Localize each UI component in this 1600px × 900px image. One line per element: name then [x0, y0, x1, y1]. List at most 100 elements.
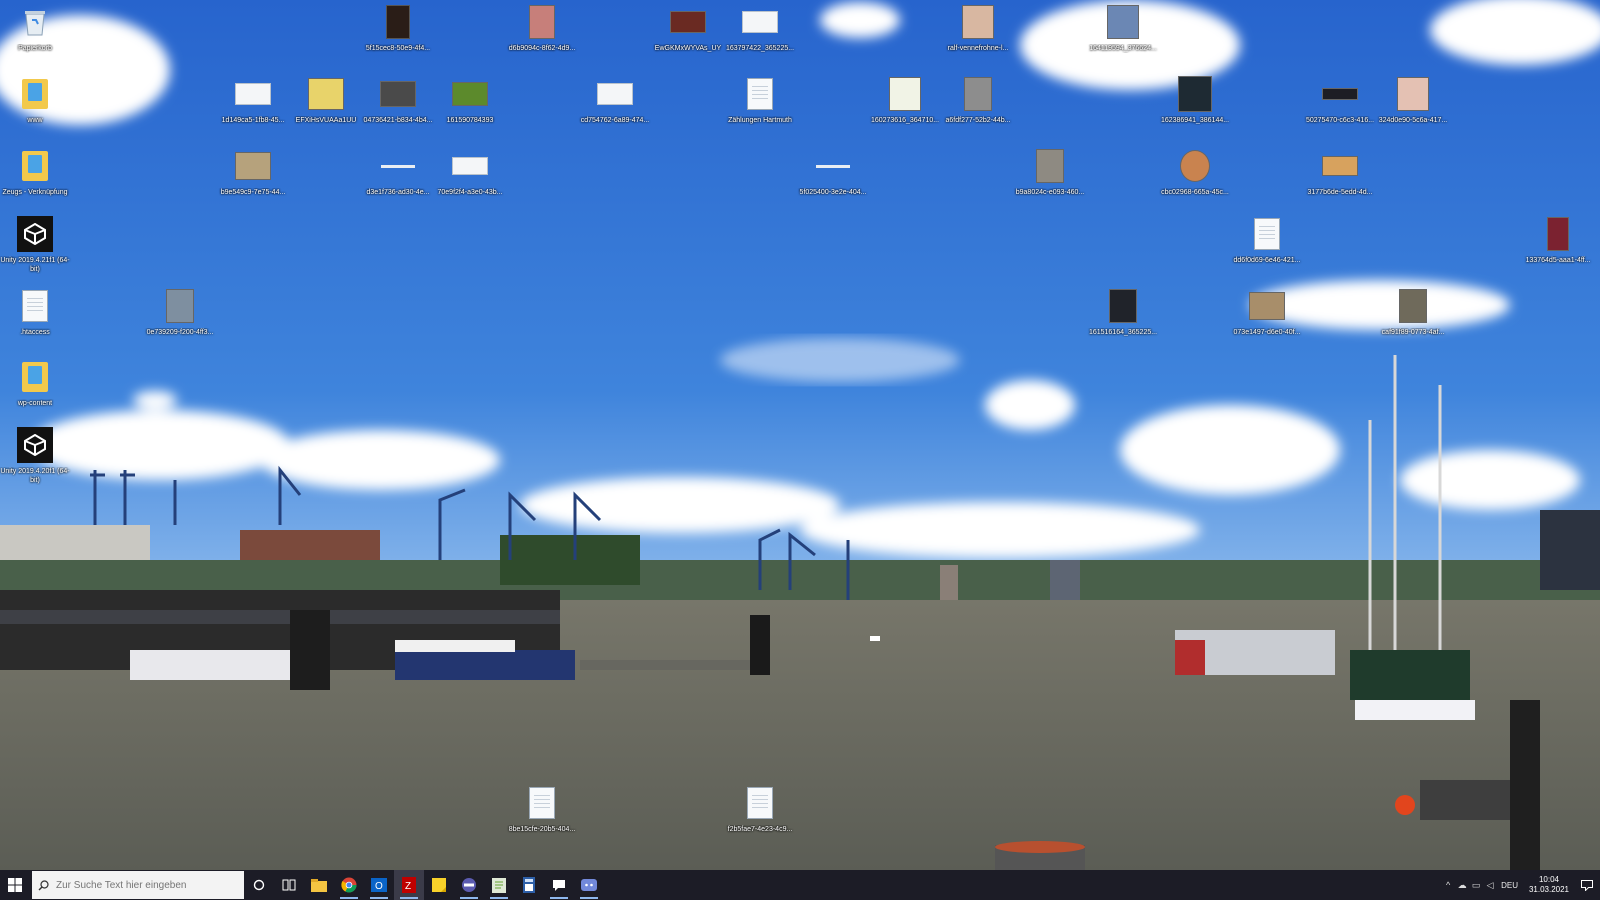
- desktop-icon-file[interactable]: 5f025400-3e2e-404...: [796, 147, 870, 197]
- desktop-icon-file[interactable]: 8be15cfe-20b5-404...: [505, 784, 579, 834]
- desktop-icon-file[interactable]: 073e1497-d6e0-40f...: [1230, 287, 1304, 337]
- taskbar-notepad-plus[interactable]: [484, 870, 514, 900]
- image-thumbnail-icon: [1178, 76, 1212, 112]
- show-hidden-icons-chevron-icon[interactable]: ^: [1441, 870, 1455, 900]
- desktop-icon-file[interactable]: 70e9f2f4-a3e0-43b...: [433, 147, 507, 197]
- taskbar-search-box[interactable]: [32, 871, 244, 899]
- desktop-icon-recycle-bin[interactable]: Papierkorb: [0, 3, 72, 53]
- desktop-icon-file[interactable]: 50275470-c6c3-416...: [1303, 75, 1377, 125]
- image-thumbnail-icon: [380, 81, 416, 107]
- search-icon: [32, 879, 54, 891]
- image-thumbnail-icon: [889, 77, 921, 111]
- desktop-icon-file[interactable]: Zählungen Hartmuth: [723, 75, 797, 125]
- discord-icon: [581, 879, 597, 891]
- desktop-icon-file[interactable]: ralf-vennefrohne-l...: [941, 3, 1015, 53]
- document-icon: [747, 78, 773, 110]
- desktop-icon-file[interactable]: b9e549c9-7e75-44...: [216, 147, 290, 197]
- image-thumbnail-icon: [1399, 289, 1427, 323]
- desktop-icon-file[interactable]: 163797422_365225...: [723, 3, 797, 53]
- desktop-icon-file[interactable]: 161590784393: [433, 75, 507, 125]
- taskbar: O Z ^ ☁ ▭ ◁ DEU 10:04 31.03.2021: [0, 870, 1600, 900]
- desktop-icon-file[interactable]: d6b9094c-8f62-4d9...: [505, 3, 579, 53]
- desktop-icon-www-folder[interactable]: www: [0, 75, 72, 125]
- desktop-icon-file[interactable]: 0e739209-f200-4ff3...: [143, 287, 217, 337]
- taskbar-calculator[interactable]: [514, 870, 544, 900]
- chat-icon: [553, 880, 565, 891]
- svg-text:O: O: [375, 881, 383, 892]
- desktop-icon-zeugs-shortcut[interactable]: Zeugs - Verknüpfung: [0, 147, 72, 197]
- unity-icon: [17, 427, 53, 463]
- taskbar-file-explorer[interactable]: [304, 870, 334, 900]
- calculator-icon: [523, 877, 535, 893]
- desktop-icon-file[interactable]: 160273616_364710...: [868, 75, 942, 125]
- image-thumbnail-icon: [816, 164, 850, 168]
- image-thumbnail-icon: [235, 83, 271, 105]
- taskbar-discord[interactable]: [574, 870, 604, 900]
- desktop-icon-file[interactable]: d3e1f736-ad30-4e...: [361, 147, 435, 197]
- desktop-icon-file[interactable]: caf91f89-0773-4af...: [1376, 287, 1450, 337]
- start-button[interactable]: [0, 870, 30, 900]
- notification-icon: [1581, 879, 1593, 891]
- image-thumbnail-icon: [529, 5, 555, 39]
- desktop-icon-unity-2019-4-21[interactable]: Unity 2019.4.21f1 (64-bit): [0, 215, 72, 274]
- desktop-icon-unity-2019-4-20[interactable]: Unity 2019.4.20f1 (64-bit): [0, 426, 72, 485]
- document-icon: [529, 787, 555, 819]
- desktop-icon-file[interactable]: 1d149ca5-1fb8-45...: [216, 75, 290, 125]
- desktop-icon-file[interactable]: 5f15cec8-50e9-4f4...: [361, 3, 435, 53]
- windows-logo-icon: [8, 878, 22, 892]
- taskbar-outlook[interactable]: O: [364, 870, 394, 900]
- image-thumbnail-icon: [1547, 217, 1569, 251]
- desktop-icon-file[interactable]: dd6f0d69-6e46-421...: [1230, 215, 1304, 265]
- desktop-icon-file[interactable]: 3177b6de-5edd-4d...: [1303, 147, 1377, 197]
- desktop-icon-file[interactable]: 162386941_386144...: [1158, 75, 1232, 125]
- clock[interactable]: 10:04 31.03.2021: [1524, 875, 1574, 895]
- folder-icon: [311, 878, 327, 892]
- image-thumbnail-icon: [235, 152, 271, 180]
- desktop-icon-file[interactable]: 04736421-b834-4b4...: [361, 75, 435, 125]
- task-view-icon: [282, 879, 296, 891]
- action-center-button[interactable]: [1574, 870, 1600, 900]
- image-thumbnail-icon: [1322, 88, 1358, 100]
- desktop-icon-file[interactable]: 164119594_376624...: [1086, 3, 1160, 53]
- image-thumbnail-icon: [1397, 77, 1429, 111]
- search-input[interactable]: [54, 878, 238, 892]
- desktop-icon-htaccess[interactable]: .htaccess: [0, 287, 72, 337]
- desktop-icon-file[interactable]: f2b5fae7-4e23-4c9...: [723, 784, 797, 834]
- desktop-icon-file[interactable]: b9a8024c-e093-460...: [1013, 147, 1087, 197]
- taskbar-vpn[interactable]: [454, 870, 484, 900]
- desktop-icon-file[interactable]: 161516164_365225...: [1086, 287, 1160, 337]
- image-thumbnail-icon: [1322, 156, 1358, 176]
- desktop-icon-file[interactable]: cd754762-6a89-474...: [578, 75, 652, 125]
- image-thumbnail-icon: [597, 83, 633, 105]
- desktop-icon-wp-content[interactable]: wp-content: [0, 358, 72, 408]
- desktop-icon-file[interactable]: cbc02968-665a-45c...: [1158, 147, 1232, 197]
- desktop-icon-file[interactable]: EFXiHsVUAAa1UU: [289, 75, 363, 125]
- taskbar-chat[interactable]: [544, 870, 574, 900]
- taskbar-filezilla[interactable]: Z: [394, 870, 424, 900]
- svg-text:Z: Z: [405, 881, 411, 892]
- image-thumbnail-icon: [386, 5, 410, 39]
- image-thumbnail-icon: [166, 289, 194, 323]
- cortana-button[interactable]: [244, 870, 274, 900]
- recycle-bin-icon: [25, 11, 45, 36]
- vpn-icon: [462, 878, 476, 892]
- desktop-icon-file[interactable]: 133764d5-aaa1-4ff...: [1521, 215, 1595, 265]
- desktop-icon-file[interactable]: 324d0e90-5c6a-417...: [1376, 75, 1450, 125]
- file-icon: [22, 290, 48, 322]
- taskbar-chrome[interactable]: [334, 870, 364, 900]
- input-language-indicator[interactable]: DEU: [1501, 881, 1518, 890]
- clock-date: 31.03.2021: [1528, 885, 1570, 894]
- clock-time: 10:04: [1538, 875, 1560, 884]
- document-icon: [747, 787, 773, 819]
- desktop[interactable]: Papierkorb www Zeugs - Verknüpfung Unity…: [0, 0, 1600, 870]
- volume-icon[interactable]: ◁: [1483, 870, 1497, 900]
- image-thumbnail-icon: [381, 164, 415, 168]
- desktop-icon-file[interactable]: EwGKMxWYVAs_UY: [651, 3, 725, 53]
- taskbar-sticky-notes[interactable]: [424, 870, 454, 900]
- desktop-icon-file[interactable]: a6fdf277-52b2-44b...: [941, 75, 1015, 125]
- network-icon[interactable]: ▭: [1469, 870, 1483, 900]
- folder-icon: [22, 362, 48, 392]
- onedrive-icon[interactable]: ☁: [1455, 870, 1469, 900]
- image-thumbnail-icon: [742, 11, 778, 33]
- task-view-button[interactable]: [274, 870, 304, 900]
